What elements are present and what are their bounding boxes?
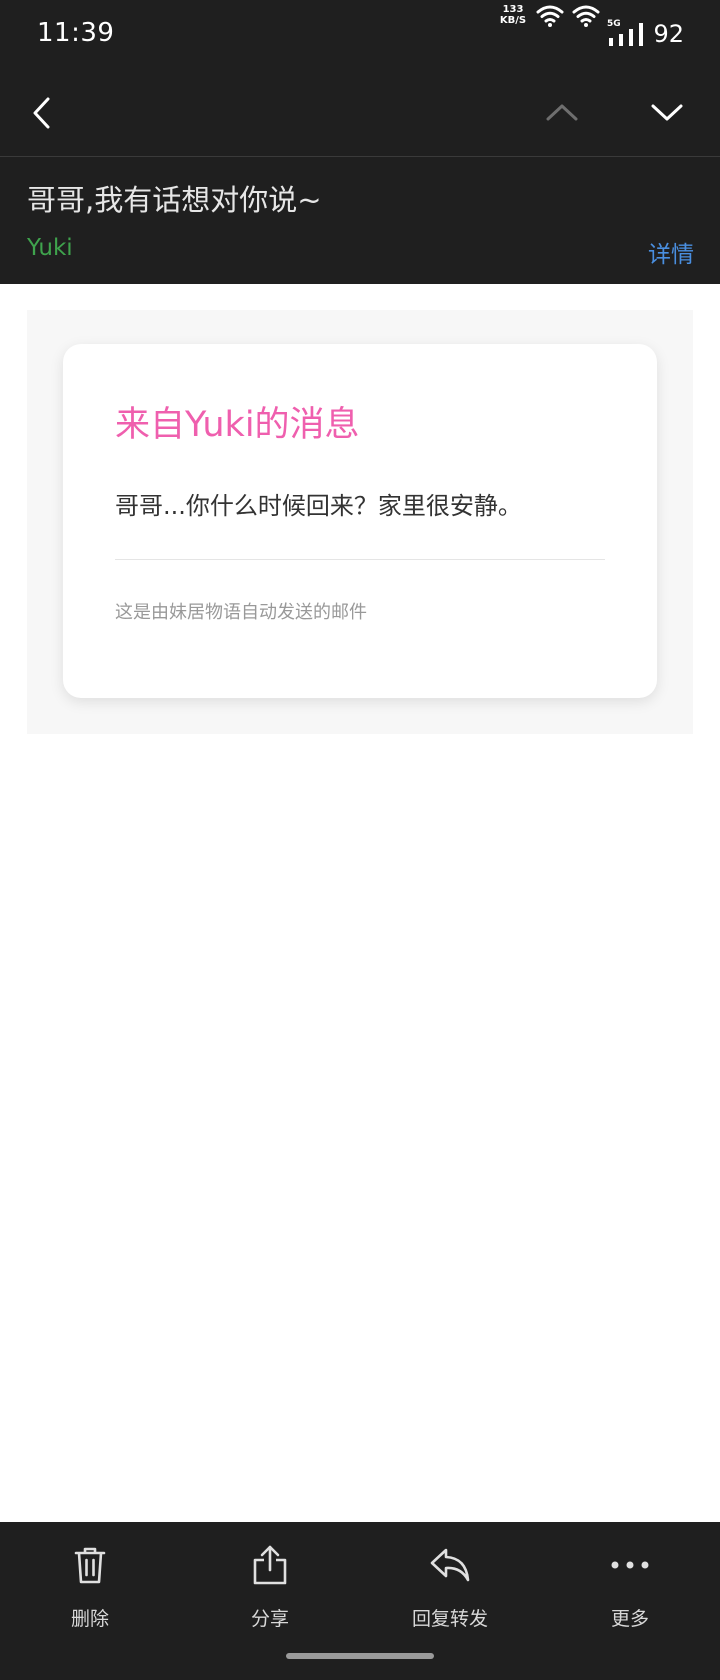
network-speed: 133 KB/S <box>496 4 530 26</box>
card-message: 哥哥...你什么时候回来？家里很安静。 <box>115 492 522 520</box>
delete-label: 删除 <box>70 1608 109 1630</box>
details-link[interactable]: 详情 <box>648 235 694 269</box>
more-dots-icon <box>610 1540 650 1590</box>
chevron-down-icon <box>651 104 683 121</box>
chevron-left-icon <box>33 97 50 129</box>
top-navigation <box>0 68 720 157</box>
mail-header: 哥哥,我有话想对你说~ Yuki 详情 <box>0 157 720 284</box>
home-indicator[interactable] <box>286 1653 434 1659</box>
status-time: 11:39 <box>37 18 115 48</box>
back-button[interactable] <box>17 88 67 138</box>
reply-forward-button[interactable]: 回复转发 <box>390 1540 510 1640</box>
mail-body: 来自Yuki的消息 哥哥...你什么时候回来？家里很安静。 这是由妹居物语自动发… <box>27 310 693 734</box>
network-type: 5G <box>607 19 621 29</box>
network-speed-unit: KB/S <box>499 15 527 26</box>
card-divider <box>115 559 605 560</box>
trash-icon <box>73 1540 107 1590</box>
network-speed-value: 133 <box>502 4 524 15</box>
share-label: 分享 <box>250 1608 289 1630</box>
reply-icon <box>429 1540 471 1590</box>
message-card: 来自Yuki的消息 哥哥...你什么时候回来？家里很安静。 这是由妹居物语自动发… <box>63 344 657 698</box>
mail-screen: 11:39 133 KB/S 5G 92 哥哥,我有话想对你说~ Yuki 详情… <box>0 0 720 1680</box>
mail-subject: 哥哥,我有话想对你说~ <box>27 183 322 217</box>
wifi-icon <box>536 4 564 32</box>
more-button[interactable]: 更多 <box>570 1540 690 1640</box>
status-bar: 11:39 133 KB/S 5G 92 <box>0 0 720 68</box>
wifi-secondary-icon <box>572 4 600 32</box>
reply-forward-label: 回复转发 <box>411 1608 488 1630</box>
share-button[interactable]: 分享 <box>210 1540 330 1640</box>
more-label: 更多 <box>610 1608 649 1630</box>
card-title: 来自Yuki的消息 <box>115 405 360 445</box>
delete-button[interactable]: 删除 <box>30 1540 150 1640</box>
battery-level: 92 <box>653 20 684 48</box>
sender-name[interactable]: Yuki <box>27 235 73 261</box>
chevron-up-icon <box>546 104 578 121</box>
share-icon <box>252 1540 288 1590</box>
previous-mail-button[interactable] <box>537 88 587 138</box>
next-mail-button[interactable] <box>642 88 692 138</box>
card-footer-note: 这是由妹居物语自动发送的邮件 <box>115 602 367 623</box>
